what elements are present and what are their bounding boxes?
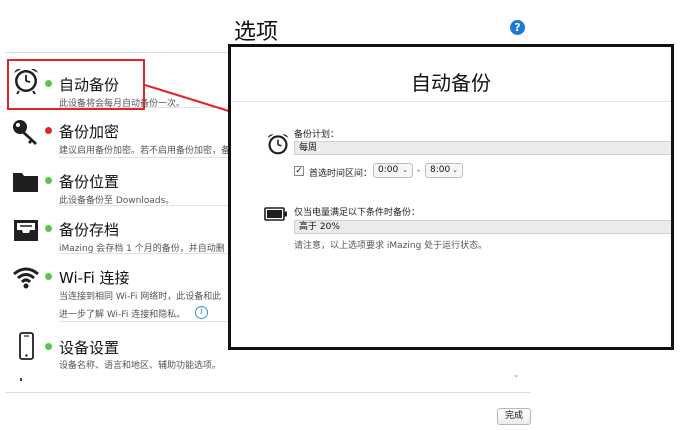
footer-divider — [5, 392, 531, 393]
preferred-time-label: 首选时间区间： — [309, 169, 373, 179]
time-end-select[interactable]: 8:00 ⌄ — [425, 163, 463, 178]
status-dot-green — [45, 343, 52, 350]
highlight-box — [7, 59, 145, 110]
privacy-link[interactable]: 进一步了解 Wi-Fi 连接和隐私。 — [59, 307, 185, 320]
status-dot-green — [45, 273, 52, 280]
time-start-select[interactable]: 0:00 ⌄ — [373, 163, 413, 178]
time-end-value: 8:00 — [430, 165, 451, 175]
item-description: 设备名称、语言和地区、辅助功能选项。 — [59, 361, 222, 371]
battery-label: 仅当电量满足以下条件时备份： — [294, 208, 421, 218]
archive-tray-icon — [14, 220, 38, 241]
panel-divider — [231, 101, 671, 102]
item-name: 备份位置 — [59, 173, 120, 191]
status-dot-green — [45, 177, 52, 184]
phone-icon — [19, 332, 34, 360]
wifi-icon — [13, 267, 39, 289]
running-note: 请注意，以上选项要求 iMazing 处于运行状态。 — [294, 241, 488, 251]
key-icon — [13, 120, 37, 145]
done-button[interactable]: 完成 — [497, 408, 531, 425]
item-name: Wi-Fi 连接 — [59, 269, 130, 287]
item-name: 备份加密 — [59, 123, 120, 141]
folder-icon — [13, 173, 38, 192]
time-start-value: 0:00 — [378, 165, 399, 175]
info-icon[interactable]: i — [195, 306, 208, 319]
chevron-down-icon: ⌄ — [452, 166, 458, 174]
schedule-label: 备份计划： — [294, 130, 340, 140]
item-name: 备份存档 — [59, 221, 120, 239]
battery-select[interactable]: 高于 20% — [294, 220, 671, 234]
page-title: 选项 — [234, 20, 279, 45]
panel-title: 自动备份 — [411, 71, 491, 95]
question-icon[interactable]: ? — [510, 20, 525, 35]
status-dot-red — [45, 127, 52, 134]
item-description: 当连接到相同 Wi-Fi 网络时，此设备和此 — [59, 292, 222, 302]
item-description: 建议启用备份加密。若不启用备份加密，备 — [59, 146, 231, 156]
preferred-time-checkbox[interactable]: ✓ — [294, 166, 304, 176]
schedule-select[interactable]: 每周 — [294, 141, 671, 155]
item-name: 设备设置 — [59, 339, 120, 357]
status-dot-green — [45, 225, 52, 232]
scroll-down-icon[interactable]: ⌄ — [513, 370, 520, 379]
auto-backup-detail-panel: 自动备份 备份计划： 每周 ✓ 首选时间区间： 0:00 ⌄ - 8:00 ⌄ … — [228, 44, 674, 350]
list-overflow-marker — [20, 378, 22, 381]
alarm-clock-icon — [267, 134, 289, 155]
battery-icon — [264, 207, 287, 221]
chevron-down-icon: ⌄ — [402, 166, 408, 174]
time-range-dash: - — [417, 166, 421, 176]
